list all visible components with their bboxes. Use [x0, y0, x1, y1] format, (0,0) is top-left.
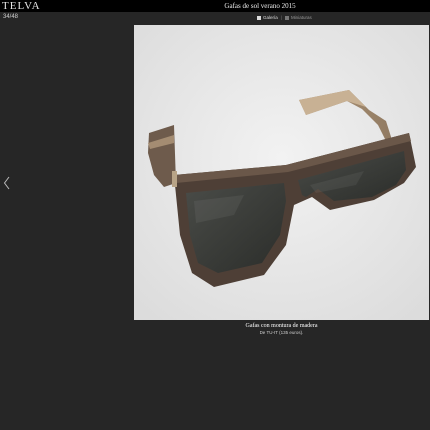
caption-subtitle: De TU-IT (135 euros).: [259, 330, 304, 335]
gallery-title: Gafas de sol verano 2015: [224, 2, 296, 10]
thumbnails-icon: [284, 15, 289, 20]
view-gallery-label: Galería: [263, 15, 278, 20]
sunglasses-image: [134, 25, 429, 320]
view-thumbnails-label: Miniaturas: [290, 15, 312, 20]
view-separator: |: [280, 15, 282, 20]
view-gallery-button[interactable]: Galería: [257, 15, 278, 20]
caption-title: Gafas con montura de madera: [245, 323, 318, 329]
photo-caption: Gafas con montura de madera De TU-IT (13…: [134, 322, 429, 336]
previous-arrow-icon[interactable]: [3, 176, 11, 190]
gallery-photo[interactable]: [134, 25, 429, 320]
photo-counter: 34/48: [3, 14, 19, 20]
top-bar: TELVA Gafas de sol verano 2015: [0, 0, 430, 12]
view-switch: Galería | Miniaturas: [257, 15, 312, 20]
gallery-icon: [257, 15, 261, 20]
view-thumbnails-button[interactable]: Miniaturas: [284, 15, 312, 20]
